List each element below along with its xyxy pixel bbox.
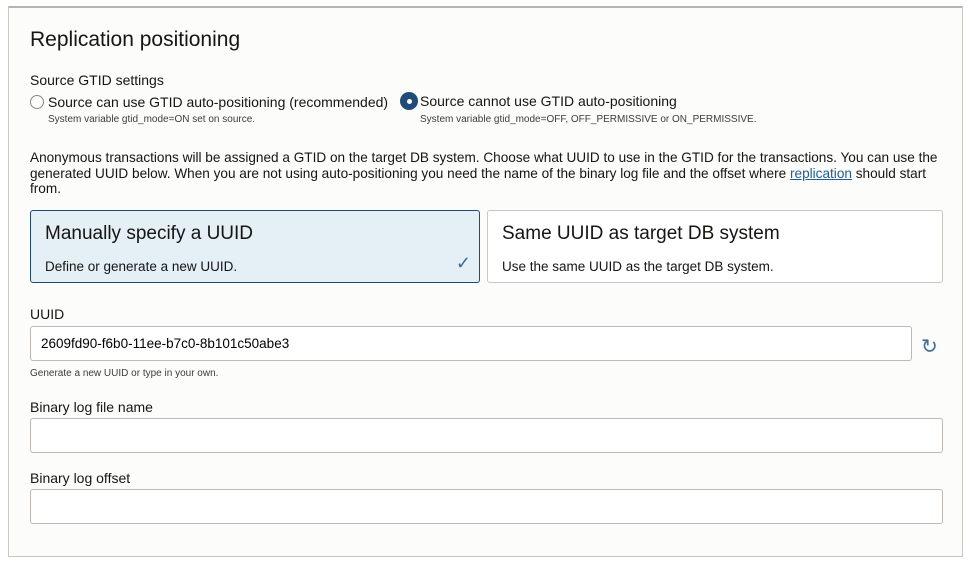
card-desc: Define or generate a new UUID. [45, 259, 238, 274]
card-manual-uuid[interactable]: Manually specify a UUID Define or genera… [30, 210, 480, 283]
refresh-icon[interactable]: ↻ [921, 334, 938, 359]
uuid-input[interactable] [30, 326, 912, 361]
replication-link[interactable]: replication [790, 166, 852, 181]
binlog-offset-input[interactable] [30, 489, 943, 524]
radio-label: Source can use GTID auto-positioning (re… [48, 94, 389, 110]
card-desc: Use the same UUID as the target DB syste… [502, 259, 774, 274]
uuid-hint: Generate a new UUID or type in your own. [30, 368, 219, 379]
radio-gtid-no-auto[interactable]: Source cannot use GTID auto-positioning [400, 92, 677, 110]
radio-hint: System variable gtid_mode=OFF, OFF_PERMI… [420, 114, 757, 125]
section-title: Replication positioning [30, 28, 241, 51]
radio-gtid-auto[interactable]: Source can use GTID auto-positioning (re… [30, 94, 388, 110]
radio-label: Source cannot use GTID auto-positioning [420, 93, 677, 109]
radio-checked-icon [400, 92, 418, 110]
binlog-offset-label: Binary log offset [30, 470, 131, 486]
radio-unchecked-icon [30, 95, 44, 109]
uuid-label: UUID [30, 306, 65, 322]
binlog-file-input[interactable] [30, 418, 943, 453]
card-title: Manually specify a UUID [45, 223, 254, 244]
description: Anonymous transactions will be assigned … [30, 150, 940, 197]
card-same-uuid[interactable]: Same UUID as target DB system Use the sa… [487, 210, 943, 283]
gtid-settings-label: Source GTID settings [30, 72, 164, 88]
binlog-file-label: Binary log file name [30, 399, 153, 415]
replication-positioning-panel: Replication positioning Source GTID sett… [8, 6, 963, 557]
card-title: Same UUID as target DB system [502, 223, 780, 244]
checkmark-icon: ✓ [455, 253, 471, 273]
radio-hint: System variable gtid_mode=ON set on sour… [48, 114, 256, 125]
